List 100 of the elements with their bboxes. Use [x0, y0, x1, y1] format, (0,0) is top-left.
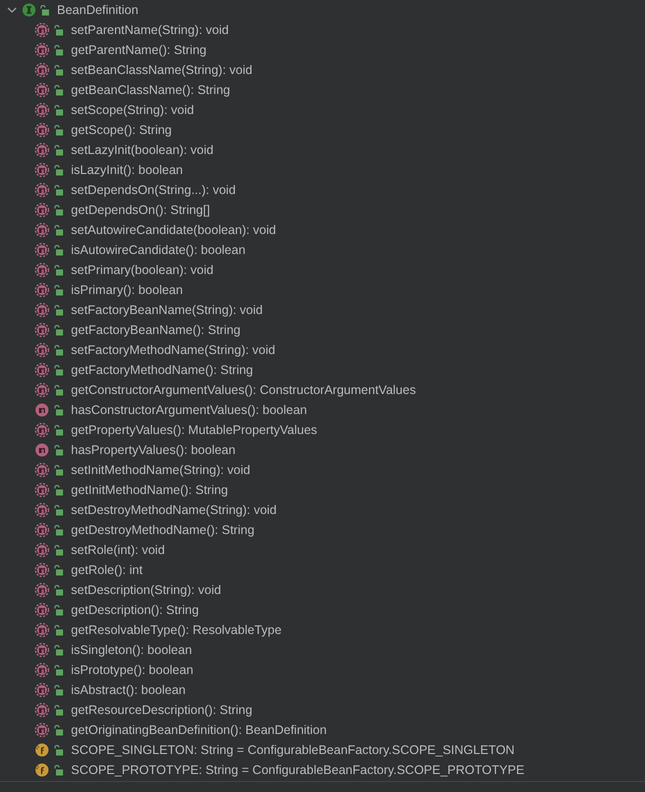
abstract-method-icon: [34, 463, 50, 477]
lock-icon: [54, 484, 63, 496]
lock-icon: [54, 464, 63, 476]
lock-icon: [54, 144, 63, 156]
lock-icon: [54, 544, 63, 556]
lock-icon: [54, 664, 63, 676]
lock-icon: [54, 264, 63, 276]
method-icon: [34, 403, 50, 417]
method-entry[interactable]: getParentName(): String: [71, 43, 206, 57]
method-entry[interactable]: setPrimary(boolean): void: [71, 263, 214, 277]
method-entry[interactable]: getInitMethodName(): String: [71, 483, 228, 497]
abstract-method-icon: [34, 663, 50, 677]
abstract-method-icon: [34, 503, 50, 517]
field-entry[interactable]: SCOPE_PROTOTYPE: String = ConfigurableBeanFactory.SCOPE_PROTOTYPE: [71, 763, 524, 777]
lock-icon: [54, 184, 63, 196]
method-entry[interactable]: getResolvableType(): ResolvableType: [71, 623, 282, 637]
lock-icon: [54, 124, 63, 136]
lock-icon: [54, 564, 63, 576]
field-icon: [34, 763, 50, 777]
abstract-method-icon: [34, 543, 50, 557]
method-entry[interactable]: getBeanClassName(): String: [71, 83, 230, 97]
abstract-method-icon: [34, 283, 50, 297]
field-entry[interactable]: SCOPE_SINGLETON: String = ConfigurableBeanFactory.SCOPE_SINGLETON: [71, 743, 515, 757]
lock-icon: [54, 744, 63, 756]
abstract-method-icon: [34, 63, 50, 77]
method-entry[interactable]: isLazyInit(): boolean: [71, 163, 183, 177]
lock-icon: [54, 424, 63, 436]
abstract-method-icon: [34, 303, 50, 317]
method-entry[interactable]: getRole(): int: [71, 563, 143, 577]
abstract-method-icon: [34, 203, 50, 217]
abstract-method-icon: [34, 143, 50, 157]
method-entry[interactable]: setInitMethodName(String): void: [71, 463, 250, 477]
abstract-method-icon: [34, 483, 50, 497]
lock-icon: [54, 764, 63, 776]
interface-icon: [22, 3, 36, 17]
method-entry[interactable]: hasPropertyValues(): boolean: [71, 443, 236, 457]
field-icon: [34, 743, 50, 757]
lock-icon: [54, 104, 63, 116]
lock-icon: [54, 684, 63, 696]
abstract-method-icon: [34, 363, 50, 377]
abstract-method-icon: [34, 123, 50, 137]
method-entry[interactable]: setBeanClassName(String): void: [71, 63, 252, 77]
abstract-method-icon: [34, 583, 50, 597]
abstract-method-icon: [34, 723, 50, 737]
abstract-method-icon: [34, 623, 50, 637]
lock-icon: [54, 64, 63, 76]
tree-node-label[interactable]: BeanDefinition: [57, 3, 138, 17]
lock-icon: [54, 444, 63, 456]
method-entry[interactable]: setRole(int): void: [71, 543, 165, 557]
method-entry[interactable]: setParentName(String): void: [71, 23, 229, 37]
lock-icon: [54, 604, 63, 616]
abstract-method-icon: [34, 563, 50, 577]
abstract-method-icon: [34, 383, 50, 397]
method-entry[interactable]: setDestroyMethodName(String): void: [71, 503, 277, 517]
method-entry[interactable]: getDescription(): String: [71, 603, 199, 617]
lock-icon: [54, 344, 63, 356]
abstract-method-icon: [34, 343, 50, 357]
lock-icon: [54, 164, 63, 176]
method-entry[interactable]: isAbstract(): boolean: [71, 683, 186, 697]
lock-icon: [54, 724, 63, 736]
method-entry[interactable]: hasConstructorArgumentValues(): boolean: [71, 403, 308, 417]
lock-icon: [54, 524, 63, 536]
method-entry[interactable]: isPrototype(): boolean: [71, 663, 194, 677]
lock-icon: [54, 584, 63, 596]
method-entry[interactable]: getPropertyValues(): MutablePropertyValues: [71, 423, 318, 437]
abstract-method-icon: [34, 323, 50, 337]
lock-icon: [54, 24, 63, 36]
lock-icon: [54, 324, 63, 336]
method-icon: [34, 443, 50, 457]
method-entry[interactable]: getFactoryMethodName(): String: [71, 363, 254, 377]
method-entry[interactable]: getDependsOn(): String[]: [71, 203, 210, 217]
lock-icon: [54, 244, 63, 256]
method-entry[interactable]: setLazyInit(boolean): void: [71, 143, 214, 157]
method-entry[interactable]: isAutowireCandidate(): boolean: [71, 243, 246, 257]
abstract-method-icon: [34, 43, 50, 57]
method-entry[interactable]: getDestroyMethodName(): String: [71, 523, 254, 537]
lock-icon: [54, 284, 63, 296]
method-entry[interactable]: getResourceDescription(): String: [71, 703, 252, 717]
lock-icon: [40, 4, 49, 16]
lock-icon: [54, 644, 63, 656]
method-entry[interactable]: getFactoryBeanName(): String: [71, 323, 241, 337]
lock-icon: [54, 364, 63, 376]
method-entry[interactable]: getScope(): String: [71, 123, 172, 137]
method-entry[interactable]: getOriginatingBeanDefinition(): BeanDefinition: [71, 723, 327, 737]
abstract-method-icon: [34, 683, 50, 697]
method-entry[interactable]: setFactoryBeanName(String): void: [71, 303, 263, 317]
method-entry[interactable]: setAutowireCandidate(boolean): void: [71, 223, 276, 237]
method-entry[interactable]: setScope(String): void: [71, 103, 194, 117]
lock-icon: [54, 404, 63, 416]
method-entry[interactable]: isSingleton(): boolean: [71, 643, 192, 657]
method-entry[interactable]: setDependsOn(String...): void: [71, 183, 236, 197]
abstract-method-icon: [34, 183, 50, 197]
method-entry[interactable]: setFactoryMethodName(String): void: [71, 343, 276, 357]
lock-icon: [54, 204, 63, 216]
abstract-method-icon: [34, 103, 50, 117]
method-entry[interactable]: setDescription(String): void: [71, 583, 222, 597]
method-entry[interactable]: getConstructorArgumentValues(): ConstructorArgumentValues: [71, 383, 416, 397]
method-entry[interactable]: isPrimary(): boolean: [71, 283, 183, 297]
abstract-method-icon: [34, 703, 50, 717]
abstract-method-icon: [34, 83, 50, 97]
